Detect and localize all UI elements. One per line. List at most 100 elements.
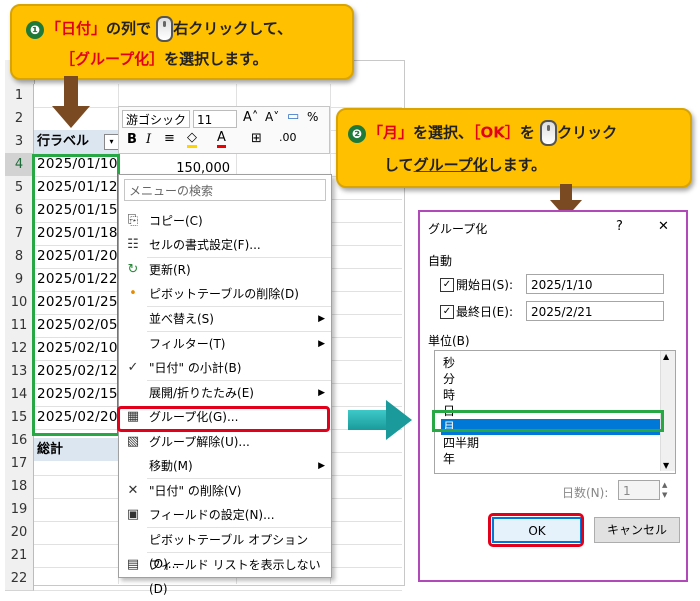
menu-item[interactable]: • ピボットテーブルの削除(D) xyxy=(119,282,331,306)
menu-item[interactable]: 移動(M) ▶ xyxy=(119,454,331,478)
unit-option[interactable]: 秒 xyxy=(441,355,661,371)
close-button[interactable]: ✕ xyxy=(658,219,669,234)
menu-item[interactable]: ☷ セルの書式設定(F)... xyxy=(119,233,331,257)
scroll-down-icon[interactable]: ▼ xyxy=(663,461,669,470)
callout2-text4: します。 xyxy=(487,156,547,174)
callout2-text: を選択、 xyxy=(413,123,474,142)
callout2-ok: ［OK］ xyxy=(473,123,520,142)
field-list-icon: ▤ xyxy=(126,557,140,572)
row-header[interactable]: 3 xyxy=(5,130,34,154)
increase-font-icon[interactable]: A˄ xyxy=(243,110,258,125)
help-button[interactable]: ? xyxy=(616,219,623,234)
row-header[interactable]: 16 xyxy=(5,429,34,453)
format-cells-icon: ☷ xyxy=(127,237,139,252)
menu-item[interactable]: ▧ グループ解除(U)... xyxy=(119,430,331,454)
menu-item-label: ピボットテーブルの削除(D) xyxy=(149,287,299,301)
row-header[interactable]: 7 xyxy=(5,222,34,246)
start-date-input[interactable]: 2025/1/10 xyxy=(526,274,664,294)
row-header[interactable]: 5 xyxy=(5,176,34,200)
fill-color-icon[interactable]: ◇ xyxy=(187,131,197,148)
mouse-click-icon xyxy=(540,120,558,146)
start-date-checkbox[interactable]: ✓ xyxy=(440,278,454,292)
menu-item[interactable]: 展開/折りたたみ(E) ▶ xyxy=(119,381,331,405)
row-header[interactable]: 21 xyxy=(5,544,34,568)
row-header[interactable]: 2 xyxy=(5,107,34,131)
menu-item-label: 更新(R) xyxy=(149,263,191,277)
row-header[interactable]: 6 xyxy=(5,199,34,223)
row-header[interactable]: 19 xyxy=(5,498,34,522)
row-header[interactable]: 14 xyxy=(5,383,34,407)
menu-search-input[interactable]: メニューの検索 xyxy=(124,179,326,201)
unit-option[interactable]: 時 xyxy=(441,387,661,403)
align-center-icon[interactable]: ≡ xyxy=(164,131,175,146)
menu-item[interactable]: フィルター(T) ▶ xyxy=(119,332,331,356)
borders-icon[interactable]: ⊞ xyxy=(251,131,262,146)
menu-item[interactable]: ⎘ コピー(C) xyxy=(119,209,331,233)
row-header[interactable]: 8 xyxy=(5,245,34,269)
callout1-text2: して、 xyxy=(248,19,293,38)
row-header[interactable]: 15 xyxy=(5,406,34,430)
menu-item-label: フィールド リストを表示しない(D) xyxy=(149,558,321,596)
mini-toolbar: 游ゴシック 11 A˄ A˅ ▭ % B I ≡ ◇ A ⊞ .00 xyxy=(118,106,330,154)
menu-item[interactable]: ▤ フィールド リストを表示しない(D) xyxy=(119,553,331,596)
start-date-label: 開始日(S): xyxy=(456,278,514,292)
row-header[interactable]: 13 xyxy=(5,360,34,384)
step-1-badge: ❶ xyxy=(26,20,44,39)
row-header[interactable]: 17 xyxy=(5,452,34,476)
end-date-label: 最終日(E): xyxy=(456,305,513,319)
menu-item-label: "日付" の削除(V) xyxy=(149,484,242,498)
row-header[interactable]: 12 xyxy=(5,337,34,361)
row-header[interactable]: 20 xyxy=(5,521,34,545)
menu-item-label: 展開/折りたたみ(E) xyxy=(149,386,254,400)
menu-item[interactable]: ✕ "日付" の削除(V) xyxy=(119,479,331,503)
decimal-icon[interactable]: .00 xyxy=(279,131,297,144)
unit-option[interactable]: 分 xyxy=(441,371,661,387)
unit-option[interactable]: 年 xyxy=(441,451,661,467)
ungroup-icon: ▧ xyxy=(126,434,140,449)
menu-item[interactable]: ↻ 更新(R) xyxy=(119,258,331,282)
menu-item-label: フィールドの設定(N)... xyxy=(149,508,275,522)
menu-item-label: グループ解除(U)... xyxy=(149,435,250,449)
row-header[interactable]: 10 xyxy=(5,291,34,315)
menu-item[interactable]: ピボットテーブル オプション(O)... xyxy=(119,528,331,571)
days-input[interactable]: 1 xyxy=(618,480,660,500)
number-format-icon[interactable]: ▭ xyxy=(287,109,299,124)
ok-highlight xyxy=(488,513,584,547)
days-label: 日数(N): xyxy=(562,486,609,500)
menu-item-label: "日付" の小計(B) xyxy=(149,361,242,375)
menu-item-label: コピー(C) xyxy=(149,214,203,228)
font-name-box[interactable]: 游ゴシック xyxy=(122,110,190,128)
arrow-down-icon xyxy=(52,106,90,128)
dialog-title: グループ化 xyxy=(428,222,488,236)
font-color-icon[interactable]: A xyxy=(217,131,226,148)
menu-item[interactable]: 並べ替え(S) ▶ xyxy=(119,307,331,331)
end-date-input[interactable]: 2025/2/21 xyxy=(526,301,664,321)
cancel-button[interactable]: キャンセル xyxy=(594,517,680,543)
filter-dropdown-icon[interactable]: ▾ xyxy=(104,134,119,150)
callout2-text3: して xyxy=(384,156,414,174)
row-header[interactable]: 11 xyxy=(5,314,34,338)
callout2-text2: を xyxy=(519,123,535,142)
row-header[interactable]: 9 xyxy=(5,268,34,292)
percent-icon[interactable]: % xyxy=(307,110,318,124)
unit-option[interactable]: 四半期 xyxy=(441,435,661,451)
group-item-highlight xyxy=(117,406,330,432)
scroll-up-icon[interactable]: ▲ xyxy=(663,352,669,361)
bold-icon[interactable]: B xyxy=(127,132,137,147)
row-header[interactable]: 1 xyxy=(5,84,34,108)
menu-item-label: 並べ替え(S) xyxy=(149,312,214,326)
font-size-box[interactable]: 11 xyxy=(193,110,237,128)
row-header[interactable]: 4 xyxy=(5,153,34,177)
menu-item[interactable]: ▣ フィールドの設定(N)... xyxy=(119,503,331,527)
refresh-icon: ↻ xyxy=(127,262,139,277)
row-header[interactable]: 22 xyxy=(5,567,34,591)
decrease-font-icon[interactable]: A˅ xyxy=(265,110,279,124)
row-header[interactable]: 18 xyxy=(5,475,34,499)
submenu-arrow-icon: ▶ xyxy=(318,461,325,471)
end-date-checkbox[interactable]: ✓ xyxy=(440,305,454,319)
instruction-callout-1: ❶ 「日付」の列で 右クリックして、 ［グループ化］を選択します。 xyxy=(10,4,354,80)
copy-icon: ⎘ xyxy=(127,213,139,228)
italic-icon[interactable]: I xyxy=(146,132,151,147)
menu-item[interactable]: ✓ "日付" の小計(B) xyxy=(119,356,331,380)
days-spinner-icon[interactable]: ▲ ▼ xyxy=(662,480,674,500)
